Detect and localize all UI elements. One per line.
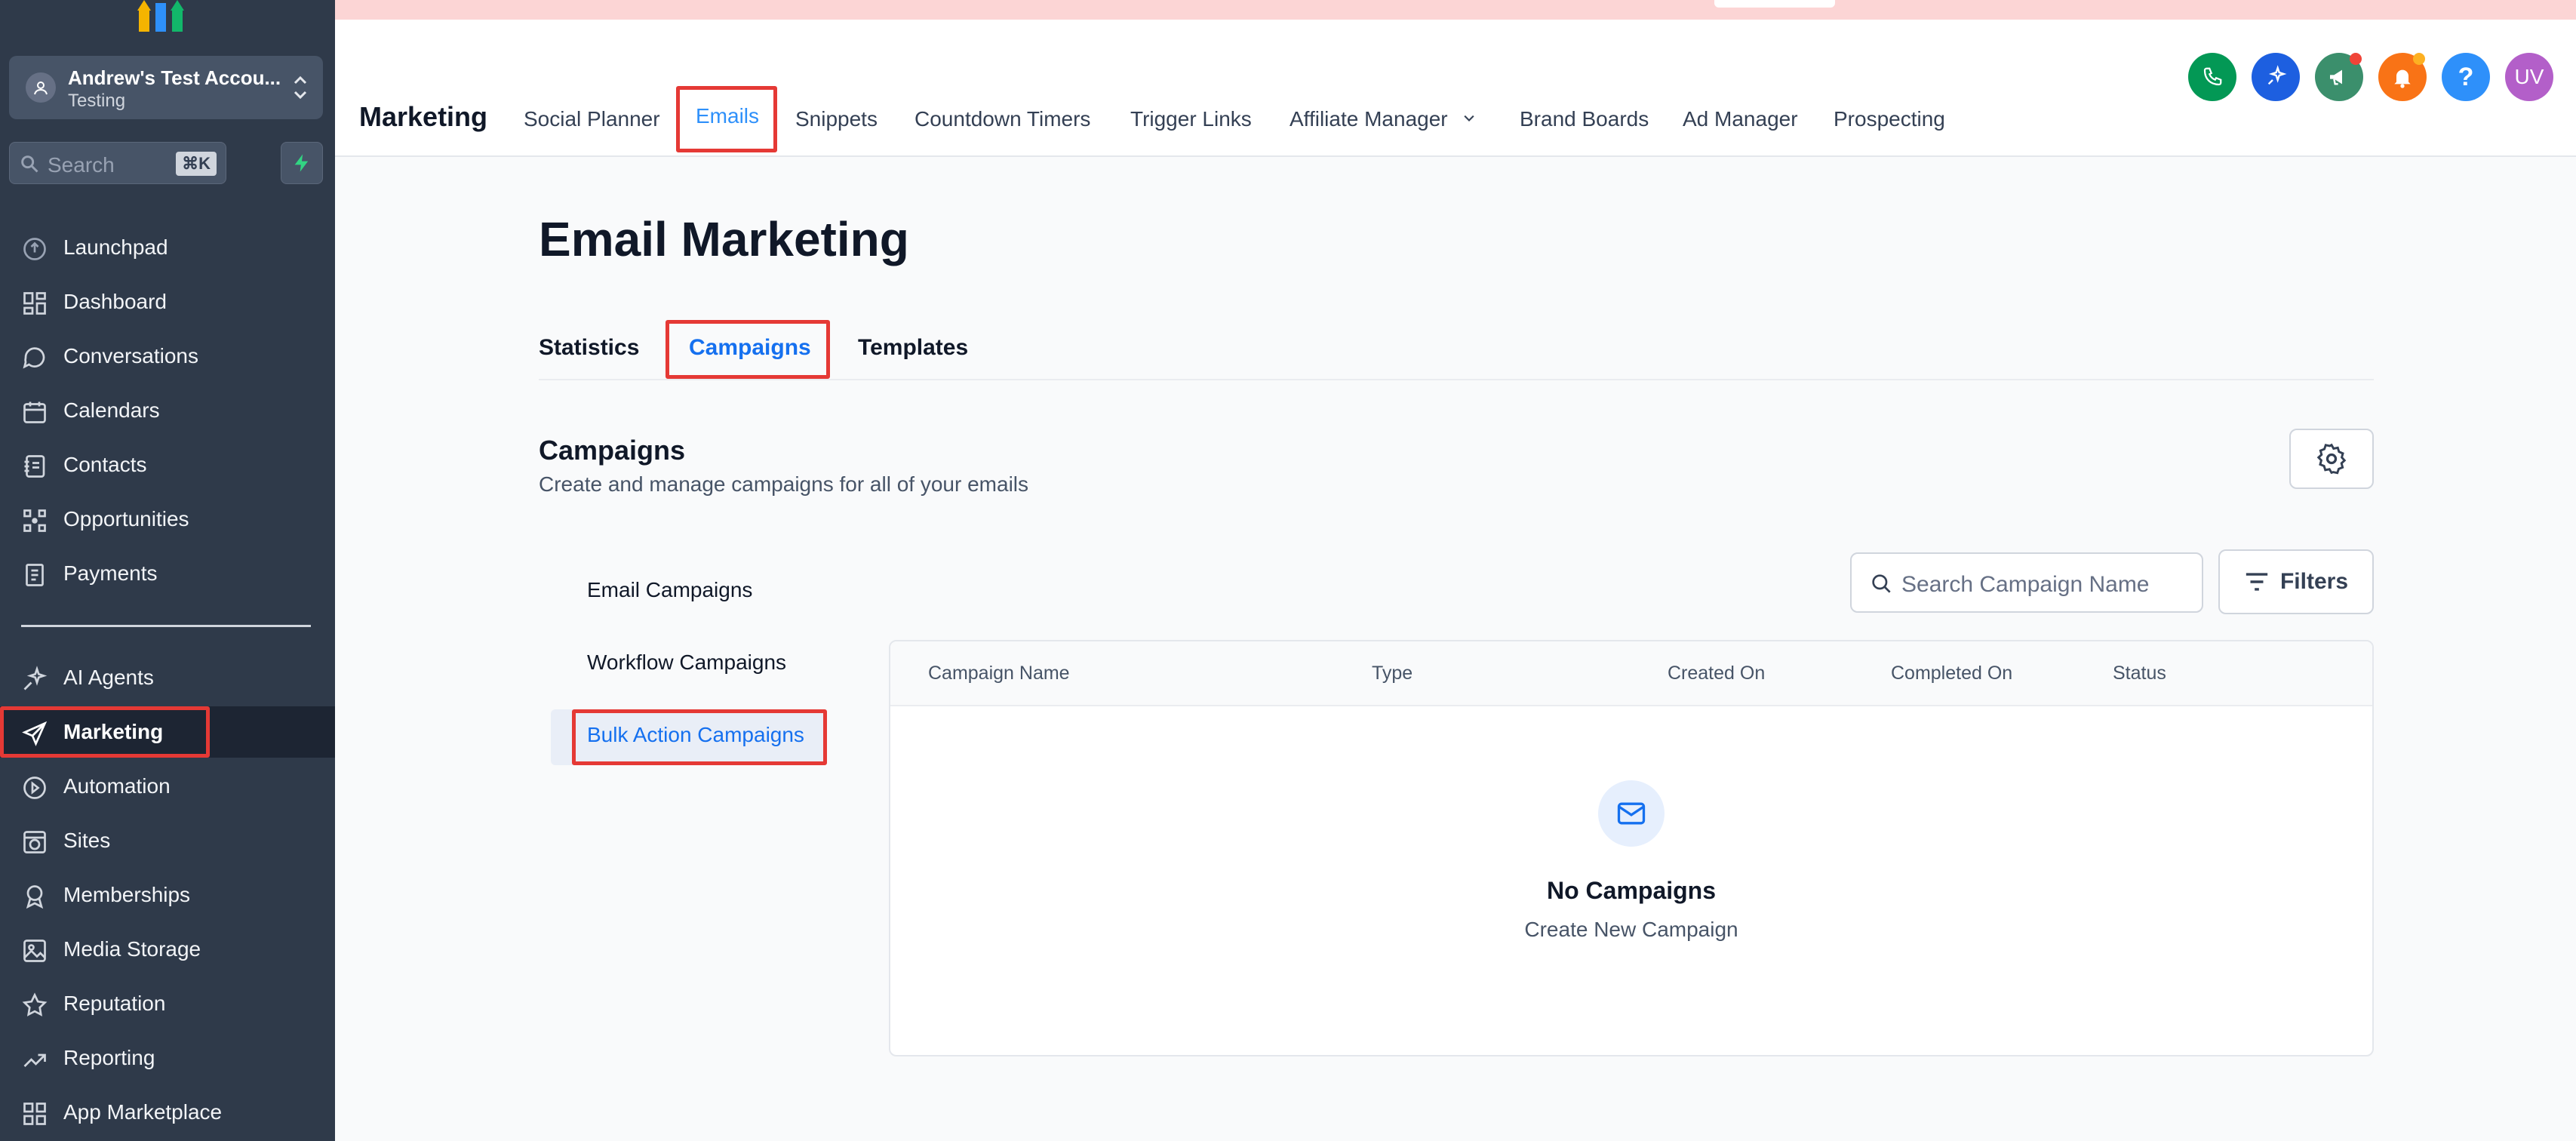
mail-icon bbox=[1598, 780, 1665, 847]
tabs-divider bbox=[539, 379, 2374, 380]
image-icon bbox=[23, 940, 46, 962]
lightning-icon bbox=[294, 154, 309, 172]
sparkle-icon bbox=[23, 666, 48, 690]
chevron-updown-icon bbox=[294, 75, 307, 100]
globe-icon bbox=[23, 831, 46, 853]
sidebar-item-automation[interactable]: Automation bbox=[0, 761, 335, 812]
pipeline-icon bbox=[23, 509, 46, 532]
sidebar-item-ai-agents[interactable]: AI Agents bbox=[0, 652, 335, 703]
table-header: Campaign Name Type Created On Completed … bbox=[890, 641, 2372, 706]
paper-plane-icon bbox=[22, 721, 48, 746]
nav-affiliate-manager[interactable]: Affiliate Manager bbox=[1290, 107, 1479, 131]
sidebar-item-contacts[interactable]: Contacts bbox=[0, 439, 335, 491]
tab-statistics[interactable]: Statistics bbox=[539, 335, 639, 361]
receipt-icon bbox=[26, 564, 44, 586]
search-placeholder: Search bbox=[48, 153, 115, 177]
nav-brand-boards[interactable]: Brand Boards bbox=[1520, 107, 1649, 131]
nav-emails[interactable]: Emails bbox=[696, 104, 759, 128]
notifications-button[interactable] bbox=[2378, 53, 2427, 101]
nav-social-planner[interactable]: Social Planner bbox=[524, 107, 660, 131]
trend-icon bbox=[23, 1053, 46, 1067]
chevron-down-icon bbox=[1464, 115, 1474, 121]
megaphone-icon bbox=[2330, 69, 2342, 85]
settings-button[interactable] bbox=[2289, 429, 2374, 489]
star-icon bbox=[22, 992, 48, 1016]
sidebar-item-payments[interactable]: Payments bbox=[0, 548, 335, 599]
empty-state-title: No Campaigns bbox=[1546, 877, 1717, 904]
account-name: Andrew's Test Accou... bbox=[68, 66, 281, 89]
search-icon bbox=[21, 155, 38, 173]
search-campaign-input[interactable]: Search Campaign Name bbox=[1850, 552, 2203, 613]
column-header[interactable]: Completed On bbox=[1891, 663, 2012, 684]
empty-state-subtitle[interactable]: Create New Campaign bbox=[890, 918, 2372, 942]
campaigns-table: Campaign Name Type Created On Completed … bbox=[889, 640, 2374, 1056]
search-icon bbox=[1872, 574, 1891, 593]
nav-prospecting[interactable]: Prospecting bbox=[1834, 107, 1945, 131]
campaign-type-bulk-action[interactable]: Bulk Action Campaigns bbox=[587, 723, 804, 747]
quick-action-button[interactable] bbox=[281, 142, 323, 184]
nav-ad-manager[interactable]: Ad Manager bbox=[1683, 107, 1798, 131]
section-subtitle: Create and manage campaigns for all of y… bbox=[539, 472, 1029, 496]
sidebar-item-media-storage[interactable]: Media Storage bbox=[0, 924, 335, 975]
sidebar-item-conversations[interactable]: Conversations bbox=[0, 331, 335, 382]
tab-campaigns[interactable]: Campaigns bbox=[689, 335, 811, 361]
help-button[interactable]: ? bbox=[2442, 53, 2490, 101]
ai-assistant-button[interactable] bbox=[2252, 53, 2300, 101]
sidebar-search-input[interactable]: Search ⌘K bbox=[9, 142, 226, 184]
filters-button[interactable]: Filters bbox=[2218, 549, 2374, 614]
column-header[interactable]: Type bbox=[1372, 663, 1412, 684]
page-title: Email Marketing bbox=[539, 212, 909, 266]
chat-icon bbox=[23, 347, 45, 369]
sidebar-item-dashboard[interactable]: Dashboard bbox=[0, 276, 335, 328]
bell-icon bbox=[2394, 69, 2411, 88]
sidebar: Andrew's Test Accou... Testing Search ⌘K… bbox=[0, 0, 335, 1141]
calendar-icon bbox=[23, 401, 46, 423]
shortcut-badge: ⌘K bbox=[176, 152, 217, 176]
section-title: Campaigns bbox=[539, 435, 686, 466]
notification-dot bbox=[2350, 53, 2362, 65]
account-location: Testing bbox=[68, 91, 126, 111]
user-avatar[interactable]: UV bbox=[2505, 53, 2553, 101]
filter-icon bbox=[2246, 573, 2268, 591]
sidebar-item-memberships[interactable]: Memberships bbox=[0, 869, 335, 921]
sidebar-item-reputation[interactable]: Reputation bbox=[0, 978, 335, 1029]
page-section-title: Marketing bbox=[359, 101, 488, 132]
sidebar-item-calendars[interactable]: Calendars bbox=[0, 385, 335, 436]
rocket-icon bbox=[23, 238, 46, 260]
app-logo bbox=[137, 0, 184, 32]
column-header[interactable]: Status bbox=[2113, 663, 2166, 684]
location-icon bbox=[26, 72, 56, 103]
search-campaign-placeholder: Search Campaign Name bbox=[1901, 572, 2150, 597]
sidebar-divider bbox=[21, 625, 311, 627]
notification-dot bbox=[2413, 53, 2425, 65]
sidebar-item-sites[interactable]: Sites bbox=[0, 815, 335, 866]
sidebar-item-marketing[interactable]: Marketing bbox=[0, 706, 335, 758]
account-switcher[interactable]: Andrew's Test Accou... Testing bbox=[9, 56, 323, 119]
nav-trigger-links[interactable]: Trigger Links bbox=[1130, 107, 1252, 131]
announcement-tab[interactable] bbox=[1714, 0, 1835, 8]
sidebar-item-reporting[interactable]: Reporting bbox=[0, 1032, 335, 1084]
sidebar-item-opportunities[interactable]: Opportunities bbox=[0, 494, 335, 545]
sidebar-item-app-marketplace[interactable]: App Marketplace bbox=[0, 1087, 335, 1138]
grid-icon bbox=[23, 292, 46, 315]
nav-snippets[interactable]: Snippets bbox=[795, 107, 878, 131]
campaign-type-email[interactable]: Email Campaigns bbox=[587, 578, 752, 602]
sparkle-icon bbox=[2267, 65, 2287, 85]
badge-icon bbox=[26, 885, 44, 909]
automation-icon bbox=[23, 777, 46, 799]
announcements-button[interactable] bbox=[2315, 53, 2363, 101]
phone-button[interactable] bbox=[2188, 53, 2236, 101]
nav-countdown-timers[interactable]: Countdown Timers bbox=[915, 107, 1090, 131]
apps-icon bbox=[23, 1103, 46, 1125]
tab-templates[interactable]: Templates bbox=[858, 335, 968, 361]
column-header[interactable]: Created On bbox=[1668, 663, 1765, 684]
phone-icon bbox=[2203, 67, 2222, 86]
announcement-bar bbox=[335, 0, 2576, 20]
sidebar-item-launchpad[interactable]: Launchpad bbox=[0, 222, 335, 273]
gear-icon bbox=[2316, 443, 2347, 475]
column-header[interactable]: Campaign Name bbox=[928, 663, 1070, 684]
campaign-type-workflow[interactable]: Workflow Campaigns bbox=[587, 650, 786, 675]
top-header: Marketing Social Planner Emails Snippets… bbox=[335, 20, 2576, 157]
contacts-icon bbox=[24, 455, 45, 478]
